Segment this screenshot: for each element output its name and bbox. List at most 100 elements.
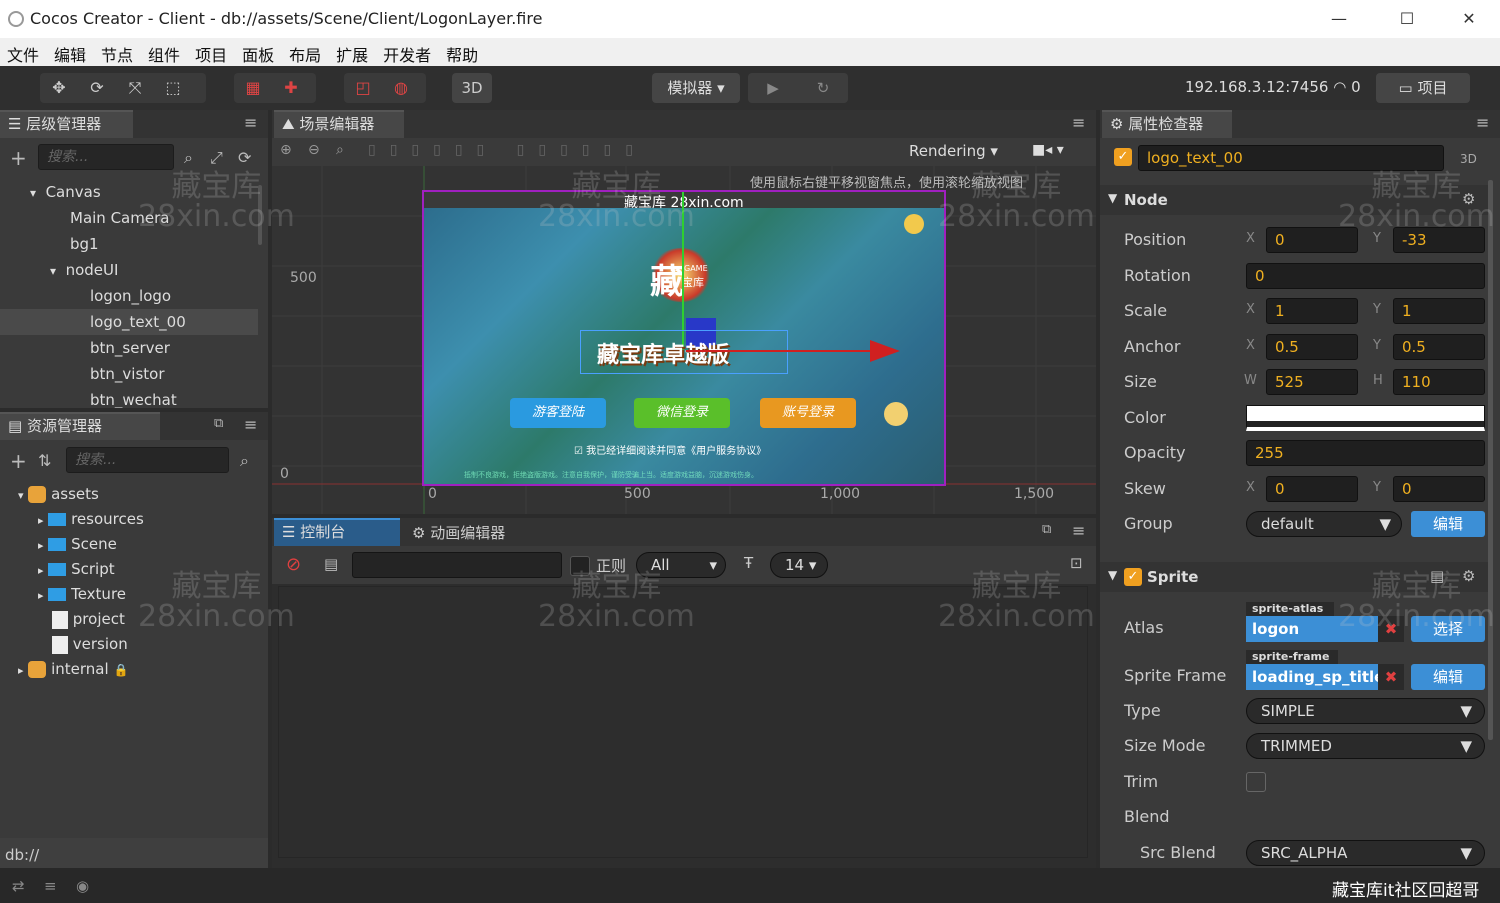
- group-select[interactable]: default ▼: [1246, 511, 1402, 537]
- scene-viewport[interactable]: 500 0 0 500 1,000 1,500 使用鼠标右键平移视窗焦点，使用滚…: [272, 166, 1096, 514]
- settings-icon[interactable]: ⚙: [1462, 567, 1475, 585]
- size-mode-select[interactable]: TRIMMED ▼: [1246, 733, 1485, 759]
- opacity-input[interactable]: 255: [1246, 440, 1485, 466]
- add-asset-icon[interactable]: +: [10, 449, 27, 473]
- asset-item-internal[interactable]: ▸ internal 🔒: [0, 657, 268, 682]
- type-select[interactable]: SIMPLE ▼: [1246, 698, 1485, 724]
- refresh-icon[interactable]: ⟳: [238, 148, 251, 167]
- menu-panel[interactable]: 面板: [235, 38, 282, 66]
- wechat-login-button[interactable]: 微信登录: [634, 398, 730, 428]
- menu-developer[interactable]: 开发者: [376, 38, 439, 66]
- skew-y-input[interactable]: 0: [1393, 476, 1485, 502]
- close-button[interactable]: ✕: [1446, 0, 1492, 38]
- menu-extension[interactable]: 扩展: [329, 38, 376, 66]
- zoom-in-icon[interactable]: ⊕: [280, 142, 292, 158]
- inspector-scrollbar[interactable]: [1488, 180, 1493, 740]
- menu-file[interactable]: 文件: [0, 38, 47, 66]
- toggle-3d-button[interactable]: 3D: [452, 73, 492, 103]
- menu-help[interactable]: 帮助: [439, 38, 486, 66]
- zoom-reset-icon[interactable]: ⌕: [336, 142, 344, 158]
- snap-icon[interactable]: ◰: [344, 73, 382, 103]
- menu-component[interactable]: 组件: [141, 38, 188, 66]
- tab-hierarchy[interactable]: ☰ 层级管理器: [0, 110, 133, 138]
- asset-item-texture[interactable]: ▸ Texture: [0, 582, 268, 607]
- color-swatch[interactable]: [1246, 405, 1485, 431]
- size-h-input[interactable]: 110: [1393, 369, 1485, 395]
- globe-icon[interactable]: ◍: [382, 73, 420, 103]
- menu-node[interactable]: 节点: [94, 38, 141, 66]
- sync-icon[interactable]: ⇄: [12, 877, 25, 895]
- asset-item-version[interactable]: version: [0, 632, 268, 657]
- add-node-icon[interactable]: +: [10, 146, 27, 170]
- group-edit-button[interactable]: 编辑: [1411, 511, 1485, 537]
- log-level-select[interactable]: All ▾: [636, 552, 726, 578]
- tree-item-btn-wechat[interactable]: btn_wechat: [0, 387, 258, 408]
- src-blend-select[interactable]: SRC_ALPHA ▼: [1246, 840, 1485, 866]
- sprite-frame-edit-button[interactable]: 编辑: [1411, 664, 1485, 690]
- tab-animation[interactable]: ⚙ 动画编辑器: [412, 522, 505, 543]
- tab-inspector[interactable]: ⚙ 属性检查器: [1102, 110, 1232, 138]
- guest-login-button[interactable]: 游客登陆: [510, 398, 606, 428]
- tree-item-canvas[interactable]: ▾ Canvas: [0, 179, 258, 205]
- sort-icon[interactable]: ⇅: [38, 451, 51, 470]
- anchor-y-input[interactable]: 0.5: [1393, 334, 1485, 360]
- account-login-button[interactable]: 账号登录: [760, 398, 856, 428]
- tree-item-logo-text-selected[interactable]: logo_text_00: [0, 309, 258, 335]
- project-button[interactable]: ▭ 项目: [1376, 73, 1470, 103]
- sprite-section-header[interactable]: ▼ ✓ Sprite ▤ ⚙: [1100, 562, 1490, 592]
- refresh-button[interactable]: ↻: [798, 73, 848, 103]
- agreement-text[interactable]: ☑ 我已经详细阅读并同意《用户服务协议》: [574, 442, 766, 457]
- tree-item-bg1[interactable]: bg1: [0, 231, 258, 257]
- scale-tool-icon[interactable]: ⤧: [116, 73, 154, 103]
- clear-icon[interactable]: ⊘: [286, 554, 301, 575]
- atlas-select-button[interactable]: 选择: [1411, 616, 1485, 642]
- sprite-enabled-checkbox[interactable]: ✓: [1124, 568, 1142, 586]
- maximize-button[interactable]: ☐: [1384, 0, 1430, 38]
- rect-tool-icon[interactable]: ⬚: [154, 73, 192, 103]
- clear-frame-icon[interactable]: ✖: [1378, 664, 1404, 690]
- tab-console[interactable]: ☰ 控制台: [274, 518, 400, 546]
- asset-item-script[interactable]: ▸ Script: [0, 557, 268, 582]
- panel-menu-icon[interactable]: ≡: [1476, 113, 1489, 132]
- rotate-tool-icon[interactable]: ⟳: [78, 73, 116, 103]
- local-icon[interactable]: ✚: [272, 73, 310, 103]
- console-output[interactable]: [278, 586, 1088, 858]
- selection-box[interactable]: 藏宝库卓越版: [580, 330, 788, 374]
- position-y-input[interactable]: -33: [1393, 227, 1485, 253]
- trim-checkbox[interactable]: [1246, 772, 1266, 792]
- search-icon[interactable]: ⌕: [184, 148, 193, 168]
- font-size-select[interactable]: 14 ▾: [770, 552, 828, 578]
- database-status-icon[interactable]: ≡: [44, 877, 57, 895]
- tree-item-btn-server[interactable]: btn_server: [0, 335, 258, 361]
- search-icon[interactable]: ⌕: [240, 451, 249, 471]
- assets-search-input[interactable]: 搜索...: [66, 447, 229, 473]
- scale-x-input[interactable]: 1: [1266, 298, 1358, 324]
- zoom-out-icon[interactable]: ⊖: [308, 142, 320, 158]
- game-canvas[interactable]: 藏宝库 28xin.com 藏 GAME 宝库 藏宝库卓越版 游客登陆 微信登录…: [422, 190, 946, 486]
- settings-icon[interactable]: ⚙: [1462, 190, 1475, 208]
- play-button[interactable]: ▶: [748, 73, 798, 103]
- panel-menu-icon[interactable]: ≡: [1072, 113, 1085, 132]
- help-icon[interactable]: ▤: [1430, 567, 1444, 585]
- scale-y-input[interactable]: 1: [1393, 298, 1485, 324]
- rotation-input[interactable]: 0: [1246, 263, 1485, 289]
- node-section-header[interactable]: ▼ Node ⚙: [1100, 185, 1490, 215]
- tree-item-logon-logo[interactable]: logon_logo: [0, 283, 258, 309]
- asset-item-scene[interactable]: ▸ Scene: [0, 532, 268, 557]
- menu-edit[interactable]: 编辑: [47, 38, 94, 66]
- clear-atlas-icon[interactable]: ✖: [1378, 616, 1404, 642]
- asset-item-resources[interactable]: ▸ resources: [0, 507, 268, 532]
- asset-item-assets[interactable]: ▾ assets: [0, 482, 268, 507]
- pivot-icon[interactable]: ▦: [234, 73, 272, 103]
- console-filter-input[interactable]: [352, 552, 562, 578]
- eye-icon[interactable]: ◉: [76, 877, 89, 895]
- menu-layout[interactable]: 布局: [282, 38, 329, 66]
- size-w-input[interactable]: 525: [1266, 369, 1358, 395]
- collapse-icon[interactable]: ⊡: [1070, 554, 1083, 572]
- panel-menu-icon[interactable]: ≡: [1072, 521, 1085, 540]
- tree-item-btn-vistor[interactable]: btn_vistor: [0, 361, 258, 387]
- tab-assets[interactable]: ▤ 资源管理器: [0, 412, 160, 440]
- camera-icon[interactable]: ■◂ ▾: [1032, 142, 1064, 158]
- log-file-icon[interactable]: ▤: [324, 555, 338, 573]
- regex-checkbox[interactable]: [570, 556, 590, 576]
